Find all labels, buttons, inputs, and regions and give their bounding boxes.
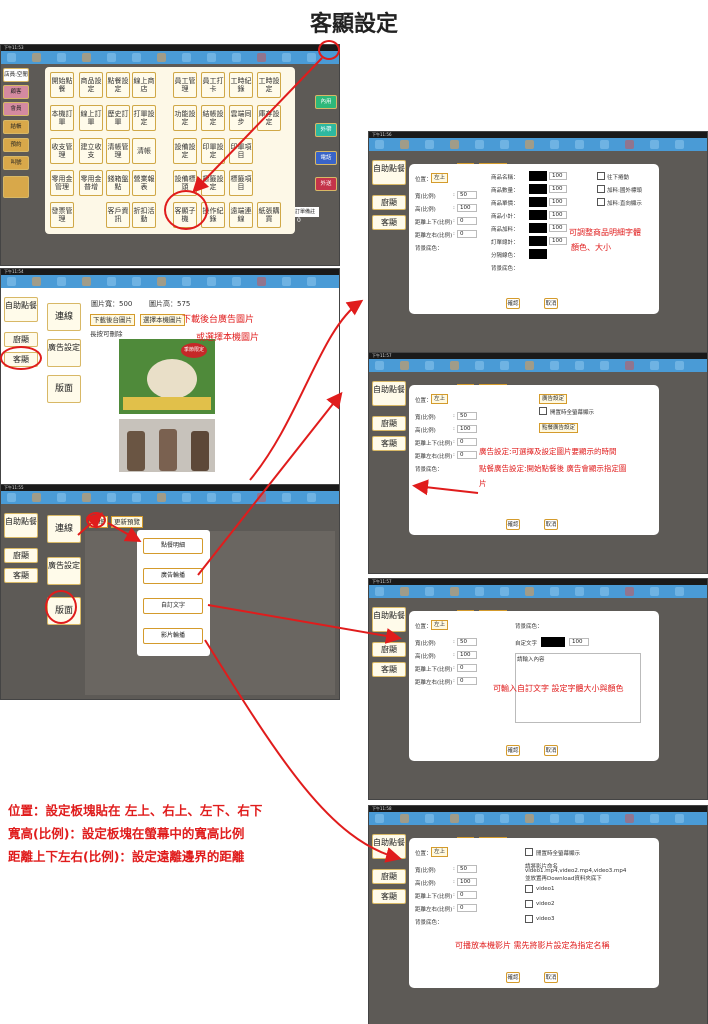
annotation-arrows [77, 57, 479, 863]
